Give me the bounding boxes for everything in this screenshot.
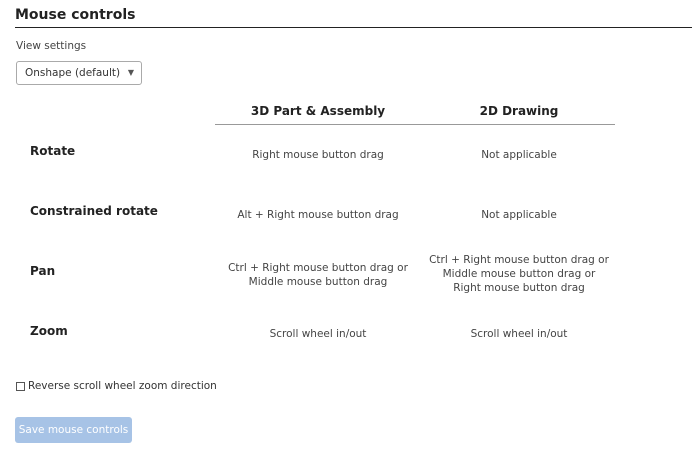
cell-pan-3d-line: Middle mouse button drag [248, 276, 388, 288]
row-label-constrained-rotate: Constrained rotate [30, 204, 158, 218]
view-settings-selected: Onshape (default) [25, 67, 121, 79]
view-settings-label: View settings [16, 40, 87, 52]
cell-pan-3d-line: Ctrl + Right mouse button drag or [228, 262, 408, 274]
cell-pan-3d: Ctrl + Right mouse button drag or Middle… [215, 261, 421, 289]
reverse-scroll-label[interactable]: Reverse scroll wheel zoom direction [28, 380, 217, 392]
cell-rotate-2d: Not applicable [481, 149, 557, 161]
row-label-pan: Pan [30, 264, 56, 278]
chevron-down-icon: ▼ [127, 68, 134, 77]
section-title: Mouse controls [15, 6, 692, 28]
reverse-scroll-option[interactable]: Reverse scroll wheel zoom direction [16, 380, 217, 392]
view-settings-select[interactable]: Onshape (default) ▼ [16, 61, 142, 85]
reverse-scroll-checkbox[interactable] [16, 381, 25, 391]
column-header-2d: 2D Drawing [479, 104, 559, 118]
row-label-zoom: Zoom [30, 324, 68, 338]
cell-pan-2d-line: Right mouse button drag [453, 282, 585, 294]
cell-pan-2d: Ctrl + Right mouse button drag or Middle… [420, 253, 618, 295]
cell-rotate-3d: Right mouse button drag [252, 149, 384, 161]
cell-pan-2d-line: Middle mouse button drag or [442, 268, 596, 280]
save-mouse-controls-button[interactable]: Save mouse controls [15, 417, 132, 443]
cell-constrained-rotate-3d: Alt + Right mouse button drag [237, 209, 399, 221]
cell-pan-2d-line: Ctrl + Right mouse button drag or [429, 254, 609, 266]
row-label-rotate: Rotate [30, 144, 76, 158]
column-header-3d: 3D Part & Assembly [250, 104, 386, 118]
cell-zoom-2d: Scroll wheel in/out [470, 328, 568, 340]
header-divider [215, 124, 615, 125]
cell-zoom-3d: Scroll wheel in/out [269, 328, 367, 340]
cell-constrained-rotate-2d: Not applicable [481, 209, 557, 221]
